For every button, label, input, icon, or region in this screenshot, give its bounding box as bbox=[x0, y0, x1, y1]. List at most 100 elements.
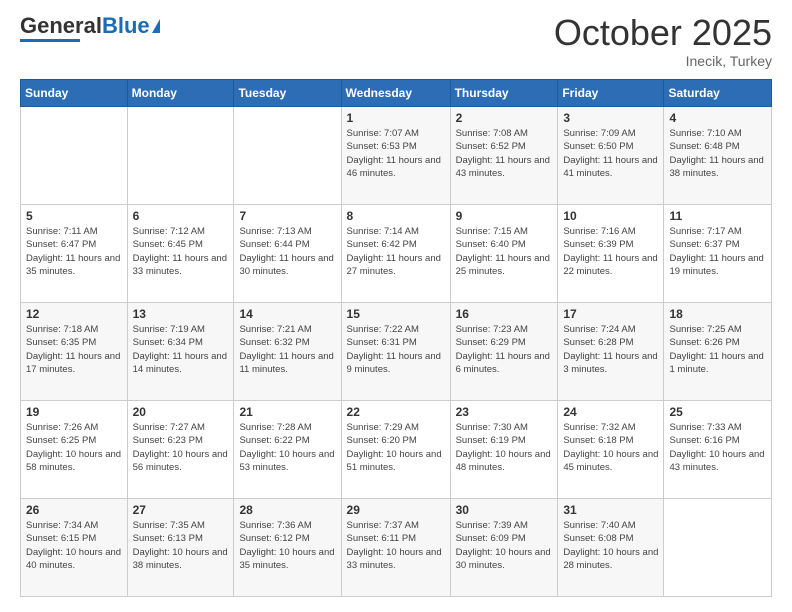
day-number: 27 bbox=[133, 503, 229, 517]
location: Inecik, Turkey bbox=[554, 53, 772, 69]
day-info: Sunrise: 7:26 AM Sunset: 6:25 PM Dayligh… bbox=[26, 421, 122, 474]
day-cell: 28 Sunrise: 7:36 AM Sunset: 6:12 PM Dayli… bbox=[234, 499, 341, 597]
week-row-0: 1Sunrise: 7:07 AM Sunset: 6:53 PM Daylig… bbox=[21, 107, 772, 205]
logo-general: General bbox=[20, 13, 102, 38]
day-number: 11 bbox=[669, 209, 766, 223]
day-cell: 25 Sunrise: 7:33 AM Sunset: 6:16 PM Dayli… bbox=[664, 401, 772, 499]
day-cell: 4 Sunrise: 7:10 AM Sunset: 6:48 PM Daylig… bbox=[664, 107, 772, 205]
day-cell: 22 Sunrise: 7:29 AM Sunset: 6:20 PM Dayli… bbox=[341, 401, 450, 499]
day-info: Sunrise: 7:08 AM Sunset: 6:52 PM Dayligh… bbox=[456, 127, 553, 180]
day-info: Sunrise: 7:29 AM Sunset: 6:20 PM Dayligh… bbox=[347, 421, 445, 474]
day-number: 13 bbox=[133, 307, 229, 321]
day-cell: 18 Sunrise: 7:25 AM Sunset: 6:26 PM Dayli… bbox=[664, 303, 772, 401]
page: GeneralBlue October 2025 Inecik, Turkey … bbox=[0, 0, 792, 612]
header: GeneralBlue October 2025 Inecik, Turkey bbox=[20, 15, 772, 69]
day-number: 19 bbox=[26, 405, 122, 419]
day-number: 4 bbox=[669, 111, 766, 125]
day-cell bbox=[664, 499, 772, 597]
day-number: 28 bbox=[239, 503, 335, 517]
logo-triangle-icon bbox=[152, 19, 160, 33]
day-info: Sunrise: 7:22 AM Sunset: 6:31 PM Dayligh… bbox=[347, 323, 445, 376]
col-wednesday: Wednesday bbox=[341, 80, 450, 107]
day-info: Sunrise: 7:18 AM Sunset: 6:35 PM Dayligh… bbox=[26, 323, 122, 376]
day-number: 26 bbox=[26, 503, 122, 517]
day-info: Sunrise: 7:13 AM Sunset: 6:44 PM Dayligh… bbox=[239, 225, 335, 278]
col-friday: Friday bbox=[558, 80, 664, 107]
day-info: Sunrise: 7:39 AM Sunset: 6:09 PM Dayligh… bbox=[456, 519, 553, 572]
day-number: 18 bbox=[669, 307, 766, 321]
day-info: Sunrise: 7:21 AM Sunset: 6:32 PM Dayligh… bbox=[239, 323, 335, 376]
day-cell: 13 Sunrise: 7:19 AM Sunset: 6:34 PM Dayli… bbox=[127, 303, 234, 401]
day-number: 20 bbox=[133, 405, 229, 419]
day-info: Sunrise: 7:28 AM Sunset: 6:22 PM Dayligh… bbox=[239, 421, 335, 474]
day-cell: 11 Sunrise: 7:17 AM Sunset: 6:37 PM Dayli… bbox=[664, 205, 772, 303]
day-number: 17 bbox=[563, 307, 658, 321]
day-cell: 30 Sunrise: 7:39 AM Sunset: 6:09 PM Dayli… bbox=[450, 499, 558, 597]
day-number: 12 bbox=[26, 307, 122, 321]
day-number: 15 bbox=[347, 307, 445, 321]
day-number: 2 bbox=[456, 111, 553, 125]
day-cell: 29Sunrise: 7:37 AM Sunset: 6:11 PM Dayli… bbox=[341, 499, 450, 597]
day-number: 21 bbox=[239, 405, 335, 419]
day-cell: 27Sunrise: 7:35 AM Sunset: 6:13 PM Dayli… bbox=[127, 499, 234, 597]
day-cell: 5Sunrise: 7:11 AM Sunset: 6:47 PM Daylig… bbox=[21, 205, 128, 303]
day-number: 29 bbox=[347, 503, 445, 517]
day-number: 6 bbox=[133, 209, 229, 223]
day-cell: 26 Sunrise: 7:34 AM Sunset: 6:15 PM Dayli… bbox=[21, 499, 128, 597]
col-sunday: Sunday bbox=[21, 80, 128, 107]
day-cell bbox=[234, 107, 341, 205]
day-number: 23 bbox=[456, 405, 553, 419]
day-cell: 7 Sunrise: 7:13 AM Sunset: 6:44 PM Daylig… bbox=[234, 205, 341, 303]
logo-blue: Blue bbox=[102, 13, 150, 38]
day-number: 14 bbox=[239, 307, 335, 321]
day-cell: 23 Sunrise: 7:30 AM Sunset: 6:19 PM Dayli… bbox=[450, 401, 558, 499]
day-cell: 21 Sunrise: 7:28 AM Sunset: 6:22 PM Dayli… bbox=[234, 401, 341, 499]
day-info: Sunrise: 7:33 AM Sunset: 6:16 PM Dayligh… bbox=[669, 421, 766, 474]
logo: GeneralBlue bbox=[20, 15, 160, 42]
day-number: 7 bbox=[239, 209, 335, 223]
day-cell: 15 Sunrise: 7:22 AM Sunset: 6:31 PM Dayli… bbox=[341, 303, 450, 401]
day-cell: 8 Sunrise: 7:14 AM Sunset: 6:42 PM Daylig… bbox=[341, 205, 450, 303]
day-cell: 19 Sunrise: 7:26 AM Sunset: 6:25 PM Dayli… bbox=[21, 401, 128, 499]
day-number: 24 bbox=[563, 405, 658, 419]
week-row-1: 5Sunrise: 7:11 AM Sunset: 6:47 PM Daylig… bbox=[21, 205, 772, 303]
day-info: Sunrise: 7:19 AM Sunset: 6:34 PM Dayligh… bbox=[133, 323, 229, 376]
day-number: 1 bbox=[347, 111, 445, 125]
day-info: Sunrise: 7:24 AM Sunset: 6:28 PM Dayligh… bbox=[563, 323, 658, 376]
day-number: 30 bbox=[456, 503, 553, 517]
day-cell: 12 Sunrise: 7:18 AM Sunset: 6:35 PM Dayli… bbox=[21, 303, 128, 401]
col-saturday: Saturday bbox=[664, 80, 772, 107]
day-number: 25 bbox=[669, 405, 766, 419]
day-number: 16 bbox=[456, 307, 553, 321]
day-info: Sunrise: 7:14 AM Sunset: 6:42 PM Dayligh… bbox=[347, 225, 445, 278]
day-info: Sunrise: 7:30 AM Sunset: 6:19 PM Dayligh… bbox=[456, 421, 553, 474]
day-number: 22 bbox=[347, 405, 445, 419]
day-number: 5 bbox=[26, 209, 122, 223]
day-info: Sunrise: 7:25 AM Sunset: 6:26 PM Dayligh… bbox=[669, 323, 766, 376]
day-info: Sunrise: 7:09 AM Sunset: 6:50 PM Dayligh… bbox=[563, 127, 658, 180]
day-number: 9 bbox=[456, 209, 553, 223]
day-number: 3 bbox=[563, 111, 658, 125]
col-monday: Monday bbox=[127, 80, 234, 107]
title-section: October 2025 Inecik, Turkey bbox=[554, 15, 772, 69]
header-row: Sunday Monday Tuesday Wednesday Thursday… bbox=[21, 80, 772, 107]
day-number: 10 bbox=[563, 209, 658, 223]
day-info: Sunrise: 7:12 AM Sunset: 6:45 PM Dayligh… bbox=[133, 225, 229, 278]
day-cell: 1Sunrise: 7:07 AM Sunset: 6:53 PM Daylig… bbox=[341, 107, 450, 205]
calendar-table: Sunday Monday Tuesday Wednesday Thursday… bbox=[20, 79, 772, 597]
day-cell bbox=[127, 107, 234, 205]
day-cell: 6 Sunrise: 7:12 AM Sunset: 6:45 PM Daylig… bbox=[127, 205, 234, 303]
day-info: Sunrise: 7:36 AM Sunset: 6:12 PM Dayligh… bbox=[239, 519, 335, 572]
day-info: Sunrise: 7:32 AM Sunset: 6:18 PM Dayligh… bbox=[563, 421, 658, 474]
day-info: Sunrise: 7:10 AM Sunset: 6:48 PM Dayligh… bbox=[669, 127, 766, 180]
day-number: 8 bbox=[347, 209, 445, 223]
day-cell: 17 Sunrise: 7:24 AM Sunset: 6:28 PM Dayli… bbox=[558, 303, 664, 401]
day-cell: 20Sunrise: 7:27 AM Sunset: 6:23 PM Dayli… bbox=[127, 401, 234, 499]
day-cell: 14 Sunrise: 7:21 AM Sunset: 6:32 PM Dayli… bbox=[234, 303, 341, 401]
day-info: Sunrise: 7:34 AM Sunset: 6:15 PM Dayligh… bbox=[26, 519, 122, 572]
day-cell: 10Sunrise: 7:16 AM Sunset: 6:39 PM Dayli… bbox=[558, 205, 664, 303]
day-cell: 16Sunrise: 7:23 AM Sunset: 6:29 PM Dayli… bbox=[450, 303, 558, 401]
day-cell: 2 Sunrise: 7:08 AM Sunset: 6:52 PM Daylig… bbox=[450, 107, 558, 205]
day-info: Sunrise: 7:17 AM Sunset: 6:37 PM Dayligh… bbox=[669, 225, 766, 278]
day-cell: 31Sunrise: 7:40 AM Sunset: 6:08 PM Dayli… bbox=[558, 499, 664, 597]
